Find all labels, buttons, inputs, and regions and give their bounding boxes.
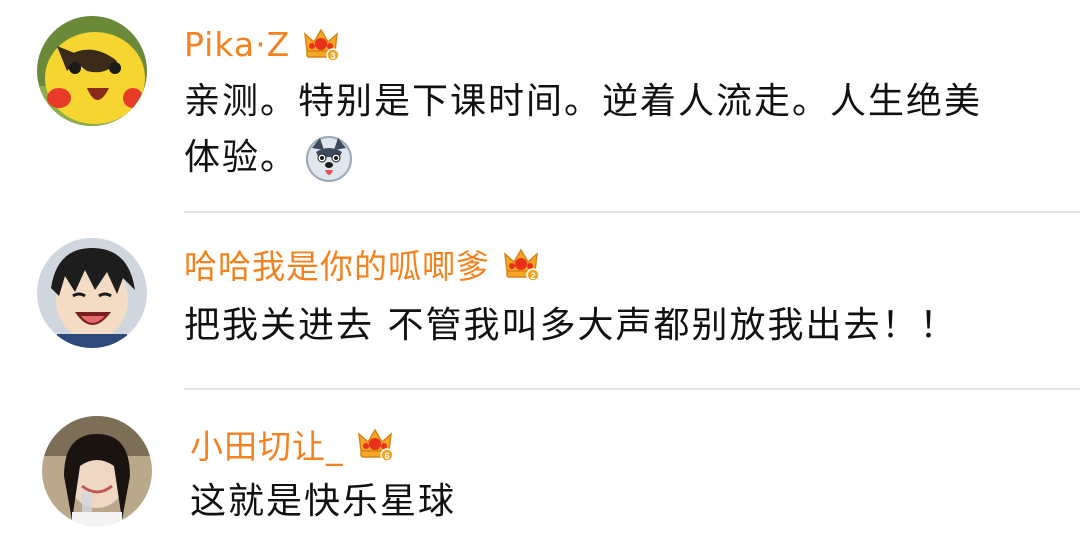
comment-text-line: 把我关进去 不管我叫多大声都别放我出去！！ bbox=[184, 305, 958, 346]
username-row: 哈哈我是你的呱唧爹 2 bbox=[184, 240, 540, 288]
user-photo-avatar-icon bbox=[42, 416, 152, 526]
comment-item: 小田切让_ 6 这就是快乐星球 bbox=[0, 390, 1080, 538]
comment-item: 哈哈我是你的呱唧爹 2 把我关进去 不管我叫多大声都别放我出去！！ bbox=[0, 212, 1080, 388]
username[interactable]: Pika·Z bbox=[184, 25, 290, 64]
svg-text:6: 6 bbox=[384, 451, 389, 461]
vip-crown-badge-icon: 2 bbox=[502, 245, 540, 283]
vip-crown-badge-icon: 6 bbox=[356, 425, 394, 463]
username-row: 小田切让_ 6 bbox=[190, 420, 394, 468]
svg-text:3: 3 bbox=[331, 51, 336, 61]
username-row: Pika·Z 3 bbox=[184, 20, 340, 68]
anime-character-avatar-icon bbox=[37, 238, 147, 348]
comment-text: 把我关进去 不管我叫多大声都别放我出去！！ bbox=[184, 298, 957, 354]
avatar[interactable] bbox=[42, 416, 152, 526]
comment-text-line: 体验。 bbox=[184, 130, 982, 186]
comment-text: 这就是快乐星球 bbox=[190, 474, 456, 530]
username[interactable]: 哈哈我是你的呱唧爹 bbox=[184, 240, 490, 288]
avatar[interactable] bbox=[37, 16, 147, 126]
comment-text-line: 亲测。特别是下课时间。逆着人流走。人生绝美 bbox=[184, 81, 983, 122]
comment-text-line: 这就是快乐星球 bbox=[190, 481, 457, 522]
pikachu-avatar-icon bbox=[37, 16, 147, 126]
avatar[interactable] bbox=[37, 238, 147, 348]
svg-text:2: 2 bbox=[530, 271, 535, 281]
comment-text: 亲测。特别是下课时间。逆着人流走。人生绝美 体验。 bbox=[184, 74, 982, 186]
husky-dog-emoji-icon bbox=[304, 134, 354, 184]
vip-crown-badge-icon: 3 bbox=[302, 25, 340, 63]
username[interactable]: 小田切让_ bbox=[190, 420, 344, 468]
comment-item: Pika·Z 3 亲测。特别是下课时间。逆着人流走。人生绝美 体验。 bbox=[0, 0, 1080, 212]
